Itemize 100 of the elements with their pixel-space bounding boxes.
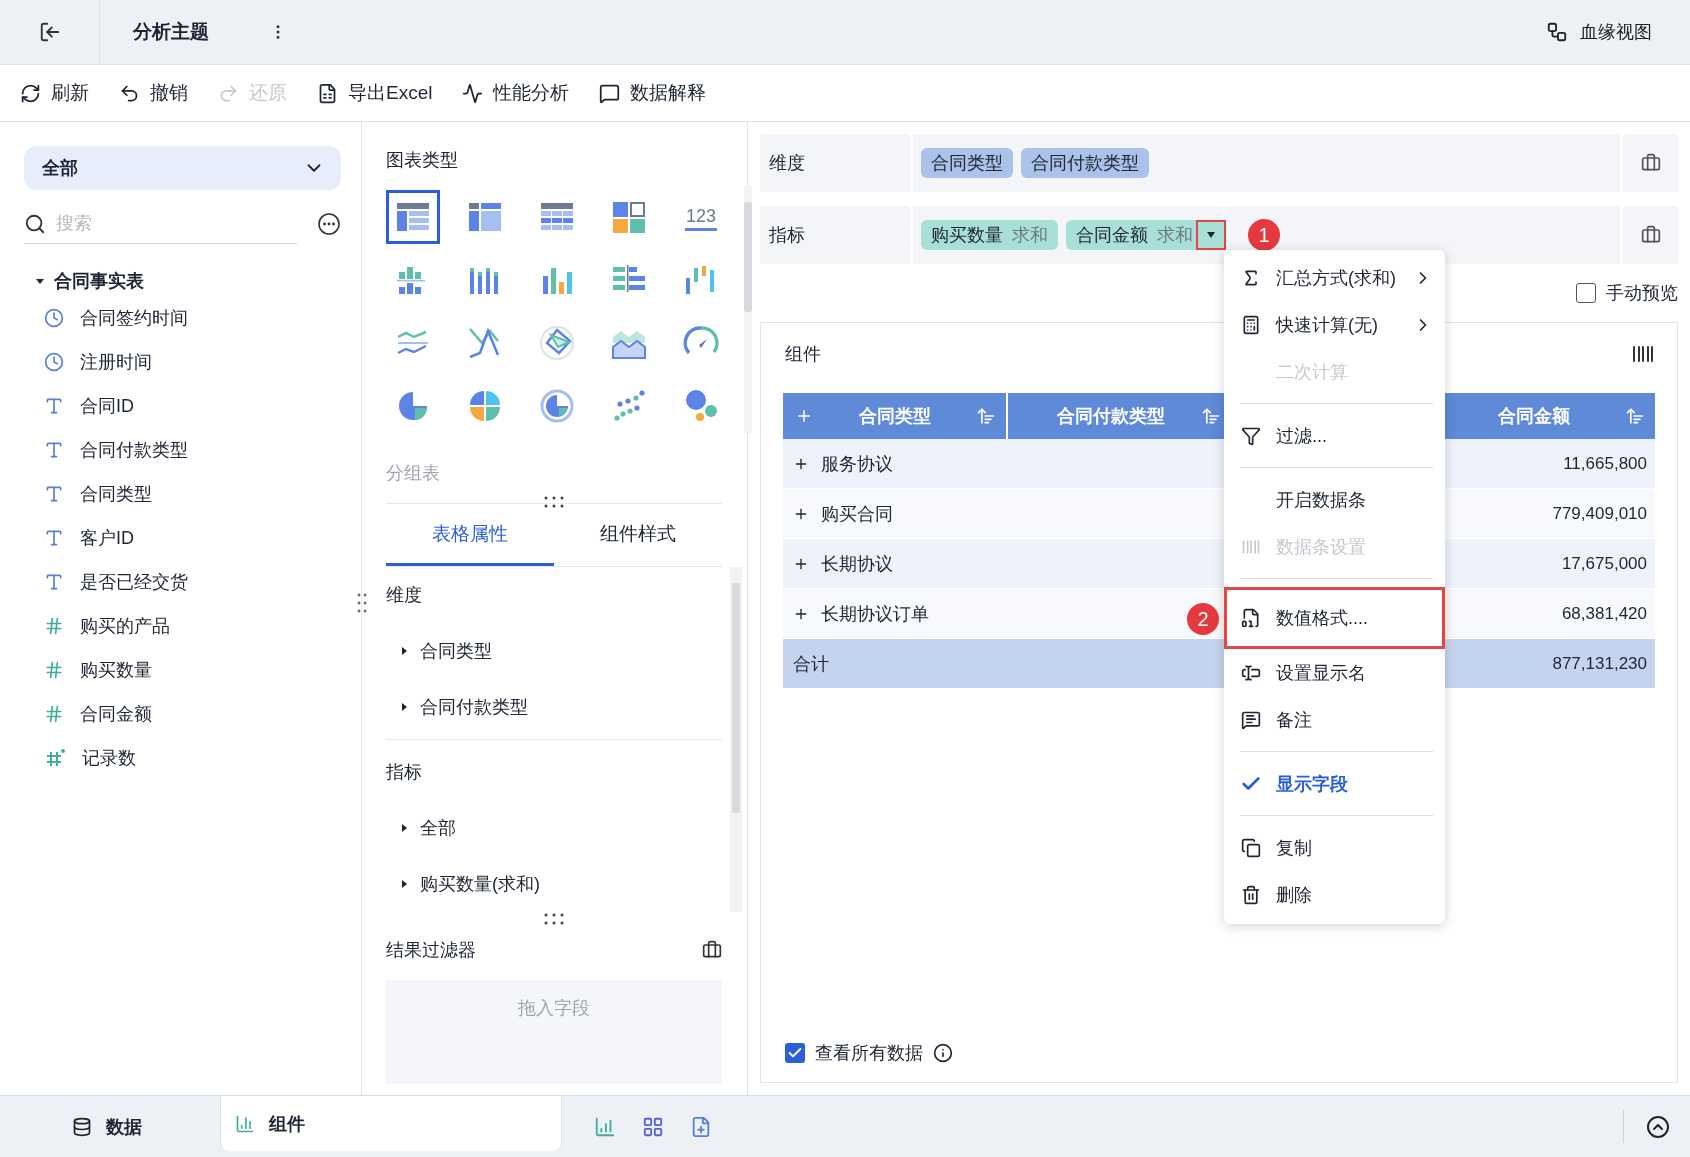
- briefcase-icon[interactable]: [702, 940, 722, 960]
- filter-icon: [1241, 425, 1261, 446]
- measure-shelf[interactable]: 购买数量 求和 合同金额 求和 1: [913, 206, 1620, 264]
- property-item[interactable]: 合同类型: [386, 623, 722, 679]
- sort-icon: [1625, 406, 1645, 426]
- delete-icon: [1241, 884, 1261, 905]
- section-title: 结果过滤器: [386, 939, 476, 962]
- text-type-icon: [44, 572, 64, 592]
- table-cell-text: 11,665,800: [1562, 452, 1648, 475]
- pulse-chart-icon: [462, 82, 484, 104]
- dimension-pill[interactable]: 合同付款类型: [1021, 148, 1149, 178]
- bar-chart-icon: [235, 1113, 255, 1134]
- table-cell-text: 877,131,230: [1551, 652, 1648, 675]
- field-item[interactable]: 购买的产品: [80, 614, 170, 638]
- dropdown-caret[interactable]: [1196, 220, 1226, 250]
- dimension-shelf[interactable]: 合同类型 合同付款类型: [913, 134, 1620, 192]
- panel-tab[interactable]: 表格属性: [386, 504, 554, 566]
- field-item[interactable]: 合同签约时间: [80, 306, 188, 330]
- collapse-icon[interactable]: [1646, 1114, 1670, 1139]
- database-icon: [72, 1116, 92, 1137]
- property-group: 指标: [386, 744, 722, 800]
- toolbar-button[interactable]: 数据解释: [599, 80, 707, 106]
- field-item[interactable]: 合同金额: [80, 702, 152, 726]
- shelf-label: 维度: [760, 134, 910, 192]
- checkbox[interactable]: [785, 1043, 805, 1063]
- briefcase-icon[interactable]: [1623, 206, 1678, 264]
- text-type-icon: [44, 440, 64, 460]
- comment-icon: [1241, 709, 1261, 730]
- shelf-label: 指标: [760, 206, 910, 264]
- toolbar-button[interactable]: 导出Excel: [317, 80, 433, 106]
- triangle-icon: [400, 880, 408, 888]
- lineage-view-button[interactable]: 血缘视图: [1540, 19, 1658, 45]
- more-options-icon[interactable]: [317, 212, 341, 236]
- triangle-icon: [400, 824, 408, 832]
- table-cell-text: 17,675,000: [1560, 552, 1648, 575]
- field-item[interactable]: 购买数量: [80, 658, 152, 682]
- checkbox[interactable]: [1576, 283, 1596, 303]
- field-item[interactable]: 是否已经交货: [80, 570, 188, 594]
- property-item[interactable]: 全部: [386, 800, 722, 856]
- page-title: 分析主题: [133, 20, 209, 44]
- field-item[interactable]: 记录数: [82, 746, 136, 770]
- field-item[interactable]: 注册时间: [80, 350, 152, 374]
- number-format-icon: [1241, 608, 1261, 628]
- table-cell-text: 购买合同: [821, 502, 893, 526]
- bottom-tab[interactable]: 数据: [0, 1096, 220, 1157]
- spreadsheet-icon: [317, 82, 338, 104]
- table-cell-text: 68,381,420: [1560, 602, 1648, 625]
- sort-icon: [976, 406, 996, 426]
- search-field[interactable]: 搜索: [56, 208, 256, 239]
- property-item[interactable]: 合同付款类型: [386, 679, 722, 735]
- hash-star-icon: [44, 747, 66, 769]
- step-badge: 1: [1248, 219, 1280, 251]
- chart-type-name: 分组表: [386, 462, 441, 485]
- table-group[interactable]: 合同事实表: [24, 266, 341, 296]
- text-type-icon: [44, 484, 64, 504]
- calculator-icon: [1241, 314, 1261, 335]
- panel-tab[interactable]: 组件样式: [554, 504, 722, 566]
- table-cell-text: 779,409,010: [1551, 502, 1648, 525]
- info-icon[interactable]: [933, 1043, 953, 1063]
- resize-handle-icon[interactable]: [543, 495, 565, 509]
- scope-dropdown[interactable]: 全部: [24, 146, 341, 190]
- triangle-icon: [400, 647, 408, 655]
- field-item[interactable]: 合同类型: [80, 482, 152, 506]
- dimension-pill[interactable]: 合同类型: [921, 148, 1013, 178]
- toolbar-button[interactable]: 撤销: [119, 80, 188, 106]
- measure-pill[interactable]: 合同金额 求和: [1066, 220, 1226, 250]
- table-cell-text: 长期协议订单: [821, 602, 929, 626]
- add-grid-icon[interactable]: [642, 1115, 664, 1138]
- hash-icon: [44, 616, 64, 636]
- scrollbar-thumb[interactable]: [732, 583, 740, 813]
- resize-handle-icon[interactable]: [543, 912, 565, 926]
- toolbar-button[interactable]: 性能分析: [462, 80, 570, 106]
- bottom-tab[interactable]: 组件: [220, 1096, 562, 1151]
- field-item[interactable]: 客户ID: [80, 526, 134, 550]
- scrollbar-thumb[interactable]: [744, 202, 752, 312]
- search-icon: [24, 212, 46, 235]
- text-type-icon: [44, 528, 64, 548]
- flowchart-icon: [1546, 21, 1568, 43]
- add-chart-icon[interactable]: [594, 1115, 616, 1138]
- radar-chart-icon: [537, 323, 577, 363]
- toolbar-button[interactable]: 刷新: [20, 80, 89, 106]
- clock-icon: [44, 308, 64, 328]
- triangle-icon: [400, 703, 408, 711]
- exit-icon: [38, 21, 61, 43]
- property-item[interactable]: 购买数量(求和): [386, 856, 722, 912]
- chart-type-button[interactable]: [386, 190, 440, 244]
- triangle-icon: [36, 277, 44, 285]
- add-page-icon[interactable]: [690, 1115, 712, 1138]
- briefcase-icon[interactable]: [1623, 134, 1678, 192]
- field-item[interactable]: 合同付款类型: [80, 438, 188, 462]
- hash-icon: [44, 704, 64, 724]
- clock-icon: [44, 352, 64, 372]
- section-title: 图表类型: [386, 149, 459, 172]
- hash-icon: [44, 660, 64, 680]
- table-cell-text: 服务协议: [821, 452, 893, 476]
- chart-type-button[interactable]: 123: [674, 190, 728, 244]
- measure-pill[interactable]: 购买数量 求和: [921, 220, 1058, 250]
- drag-handle-icon[interactable]: [357, 592, 367, 614]
- field-item[interactable]: 合同ID: [80, 394, 134, 418]
- card-title: 组件: [785, 343, 821, 366]
